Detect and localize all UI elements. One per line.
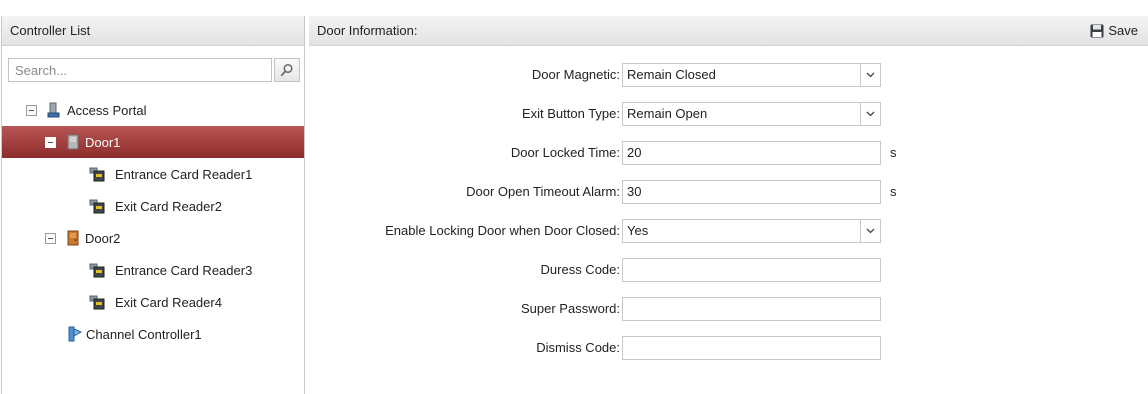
collapse-toggle-icon[interactable]: [45, 136, 56, 148]
channel-controller-icon: [68, 326, 82, 342]
controller-list-title: Controller List: [10, 23, 91, 38]
form-row-door-magnetic: Door Magnetic: Remain Closed: [309, 63, 1148, 87]
search-bar: [8, 58, 300, 82]
exit-button-type-value: Remain Open: [627, 106, 708, 121]
save-icon: [1090, 24, 1104, 38]
door-information-title: Door Information:: [317, 23, 418, 38]
search-icon: [280, 63, 293, 77]
tree-item-access-portal[interactable]: Access Portal: [2, 94, 304, 126]
tree-item-door2[interactable]: Door2: [2, 222, 304, 254]
chevron-down-icon[interactable]: [860, 103, 880, 125]
tree-label-card-reader: Exit Card Reader2: [115, 198, 222, 214]
tree-item-card-reader[interactable]: Exit Card Reader2: [2, 190, 304, 222]
door-open-timeout-alarm-input[interactable]: 30: [622, 180, 881, 204]
search-input[interactable]: [8, 58, 272, 82]
card-reader-icon: [89, 167, 105, 182]
form-row-super-password: Super Password:: [309, 297, 1148, 321]
enable-locking-value: Yes: [627, 223, 649, 238]
door-locked-time-label: Door Locked Time:: [510, 145, 620, 160]
tree-label-channel-controller: Channel Controller1: [86, 326, 202, 342]
door-open-timeout-alarm-label: Door Open Timeout Alarm:: [466, 184, 620, 199]
form-row-enable-locking: Enable Locking Door when Door Closed: Ye…: [309, 219, 1148, 243]
door-open-timeout-alarm-unit: s: [890, 184, 897, 199]
card-reader-icon: [89, 295, 105, 310]
door-icon: [67, 134, 79, 150]
door-locked-time-input[interactable]: 20: [622, 141, 881, 165]
tree-label-door2: Door2: [85, 230, 121, 246]
tree-item-card-reader[interactable]: Exit Card Reader4: [2, 286, 304, 318]
chevron-down-icon[interactable]: [860, 64, 880, 86]
tree-label-card-reader: Entrance Card Reader1: [115, 166, 253, 182]
card-reader-icon: [89, 263, 105, 278]
door-magnetic-select[interactable]: Remain Closed: [622, 63, 881, 87]
collapse-toggle-icon[interactable]: [26, 104, 37, 116]
door-icon: [67, 230, 79, 246]
form-row-door-locked-time: Door Locked Time: 20 s: [309, 141, 1148, 165]
door-locked-time-value: 20: [627, 145, 642, 160]
chevron-down-icon[interactable]: [860, 220, 880, 242]
search-button[interactable]: [274, 58, 300, 82]
tree-item-door1[interactable]: Door1: [2, 126, 304, 158]
super-password-label: Super Password:: [521, 301, 620, 316]
form-row-duress-code: Duress Code:: [309, 258, 1148, 282]
door-information-header: Door Information: Save: [309, 16, 1148, 46]
duress-code-label: Duress Code:: [540, 262, 620, 277]
tree-label-card-reader: Entrance Card Reader3: [115, 262, 253, 278]
access-portal-icon: [47, 102, 60, 118]
super-password-input[interactable]: [622, 297, 881, 321]
tree-item-card-reader[interactable]: Entrance Card Reader3: [2, 254, 304, 286]
collapse-toggle-icon[interactable]: [45, 232, 56, 244]
tree-item-channel-controller[interactable]: Channel Controller1: [2, 318, 304, 350]
form-row-door-open-timeout-alarm: Door Open Timeout Alarm: 30 s: [309, 180, 1148, 204]
tree-label-card-reader: Exit Card Reader4: [115, 294, 222, 310]
save-label: Save: [1108, 23, 1138, 38]
door-magnetic-value: Remain Closed: [627, 67, 716, 82]
card-reader-icon: [89, 199, 105, 214]
tree-item-card-reader[interactable]: Entrance Card Reader1: [2, 158, 304, 190]
door-locked-time-unit: s: [890, 145, 897, 160]
save-button[interactable]: Save: [1090, 16, 1138, 46]
exit-button-type-label: Exit Button Type:: [521, 106, 620, 121]
controller-list-panel: Controller List Access Portal Door1: [1, 16, 305, 394]
enable-locking-select[interactable]: Yes: [622, 219, 881, 243]
tree-label-door1: Door1: [85, 134, 121, 150]
exit-button-type-select[interactable]: Remain Open: [622, 102, 881, 126]
duress-code-input[interactable]: [622, 258, 881, 282]
dismiss-code-label: Dismiss Code:: [536, 340, 620, 355]
dismiss-code-input[interactable]: [622, 336, 881, 360]
enable-locking-label: Enable Locking Door when Door Closed:: [385, 223, 620, 238]
form-row-dismiss-code: Dismiss Code:: [309, 336, 1148, 360]
tree-label-access-portal: Access Portal: [67, 102, 147, 118]
door-open-timeout-alarm-value: 30: [627, 184, 642, 199]
controller-list-header: Controller List: [2, 16, 304, 46]
door-magnetic-label: Door Magnetic:: [531, 67, 620, 82]
door-information-panel: Door Information: Save Door Magnetic: Re…: [309, 16, 1148, 394]
form-row-exit-button-type: Exit Button Type: Remain Open: [309, 102, 1148, 126]
